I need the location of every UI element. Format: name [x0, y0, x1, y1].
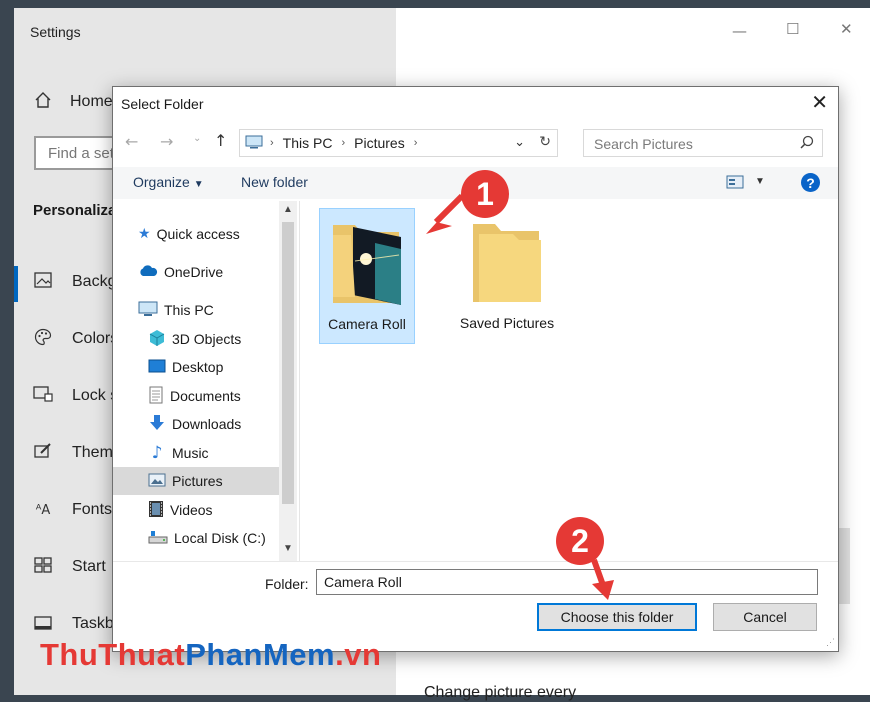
watermark-text: ThuThuatPhanMem.vn — [40, 637, 381, 673]
step-1-badge: 1 — [461, 170, 509, 218]
step-2-badge: 2 — [556, 517, 604, 565]
watermark-part-3: .vn — [335, 637, 382, 672]
watermark-part-1: ThuThuat — [40, 637, 186, 672]
watermark-part-2: PhanMem — [185, 637, 336, 672]
annotation-arrows — [426, 193, 614, 600]
arrow-2-head — [592, 580, 614, 600]
